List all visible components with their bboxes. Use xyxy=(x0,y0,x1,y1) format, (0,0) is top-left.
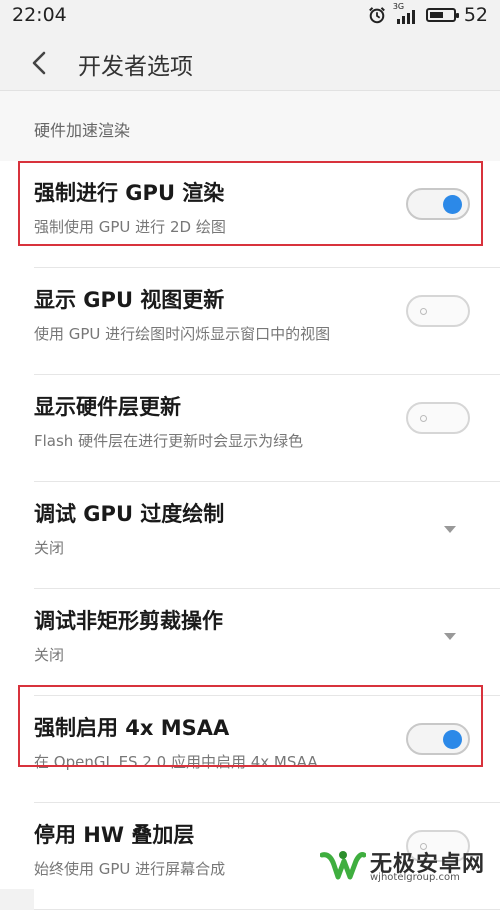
setting-title: 调试非矩形剪裁操作 xyxy=(34,609,223,633)
watermark: 无极安卓网 wjhotelgroup.com xyxy=(320,843,500,889)
setting-title: 显示 GPU 视图更新 xyxy=(34,288,225,312)
setting-subtitle: Flash 硬件层在进行更新时会显示为绿色 xyxy=(34,432,304,450)
setting-show-hw-layer-updates[interactable]: 显示硬件层更新 Flash 硬件层在进行更新时会显示为绿色 xyxy=(34,375,500,482)
setting-title: 强制启用 4x MSAA xyxy=(34,716,230,740)
signal-icon: 3G xyxy=(393,2,418,24)
setting-force-gpu-rendering[interactable]: 强制进行 GPU 渲染 强制使用 GPU 进行 2D 绘图 xyxy=(34,161,500,268)
toggle-switch-off[interactable] xyxy=(406,295,470,327)
page-title: 开发者选项 xyxy=(78,54,193,80)
watermark-url: wjhotelgroup.com xyxy=(370,872,460,883)
setting-debug-non-rect-clip[interactable]: 调试非矩形剪裁操作 关闭 xyxy=(34,589,500,696)
setting-value: 关闭 xyxy=(34,646,65,664)
toggle-switch-on[interactable] xyxy=(406,723,470,755)
setting-subtitle: 强制使用 GPU 进行 2D 绘图 xyxy=(34,218,226,236)
setting-title: 停用 HW 叠加层 xyxy=(34,823,195,847)
setting-value: 关闭 xyxy=(34,539,65,557)
setting-title: 强制进行 GPU 渲染 xyxy=(34,181,225,205)
setting-force-4x-msaa[interactable]: 强制启用 4x MSAA 在 OpenGL ES 2.0 应用中启用 4x MS… xyxy=(34,696,500,803)
setting-debug-gpu-overdraw[interactable]: 调试 GPU 过度绘制 关闭 xyxy=(34,482,500,589)
alarm-icon xyxy=(368,7,385,24)
back-arrow-icon[interactable] xyxy=(24,48,54,78)
toggle-switch-off[interactable] xyxy=(406,402,470,434)
app-header: 开发者选项 xyxy=(0,34,500,91)
dropdown-arrow-icon[interactable] xyxy=(444,526,456,533)
setting-title: 显示硬件层更新 xyxy=(34,395,181,419)
setting-subtitle: 使用 GPU 进行绘图时闪烁显示窗口中的视图 xyxy=(34,325,331,343)
setting-title: 调试 GPU 过度绘制 xyxy=(34,502,225,526)
setting-show-gpu-view-updates[interactable]: 显示 GPU 视图更新 使用 GPU 进行绘图时闪烁显示窗口中的视图 xyxy=(34,268,500,375)
setting-subtitle: 始终使用 GPU 进行屏幕合成 xyxy=(34,860,226,878)
settings-list: 硬件加速渲染 强制进行 GPU 渲染 强制使用 GPU 进行 2D 绘图 显示 … xyxy=(0,91,500,910)
dropdown-arrow-icon[interactable] xyxy=(444,633,456,640)
battery-level: 52 xyxy=(463,4,488,26)
status-time: 22:04 xyxy=(12,4,67,26)
status-bar: 22:04 3G 52 xyxy=(0,0,500,34)
setting-subtitle: 在 OpenGL ES 2.0 应用中启用 4x MSAA xyxy=(34,753,318,771)
section-header: 硬件加速渲染 xyxy=(0,91,500,161)
status-icons: 3G 52 xyxy=(368,2,488,26)
battery-icon xyxy=(425,8,459,22)
toggle-switch-on[interactable] xyxy=(406,188,470,220)
watermark-logo-icon xyxy=(320,851,366,880)
